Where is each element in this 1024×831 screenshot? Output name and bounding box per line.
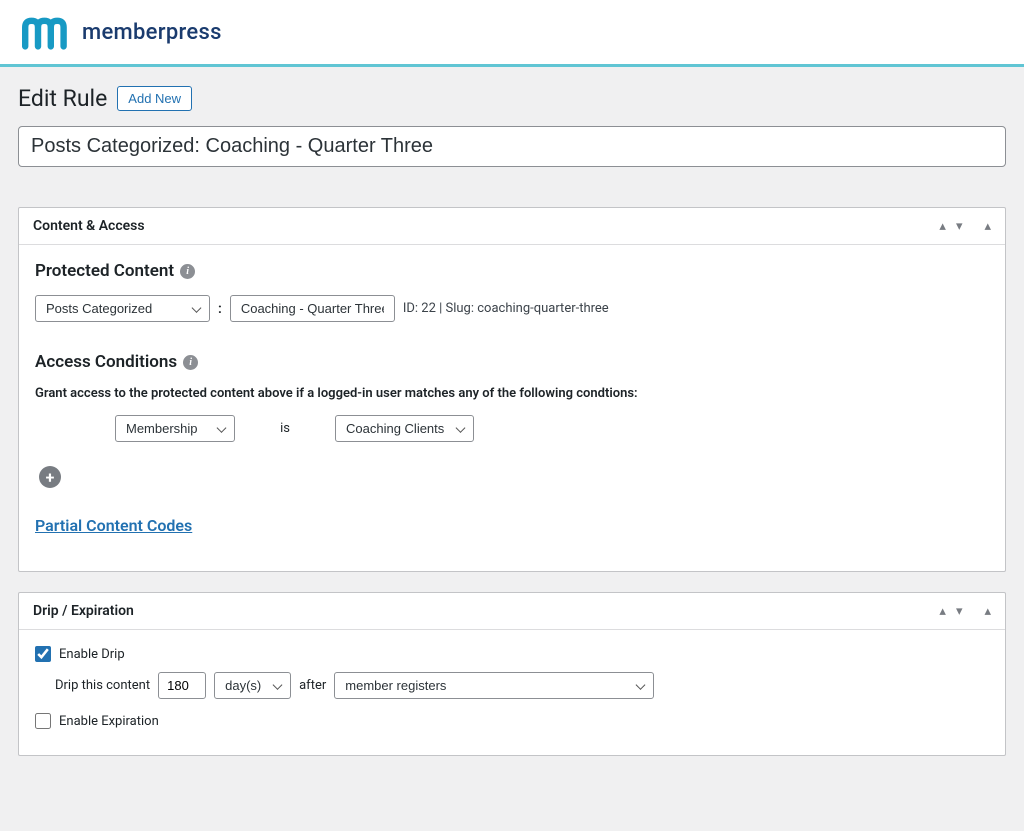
panel-header-drip: Drip / Expiration ▴ ▾ ▴ [19, 593, 1005, 630]
separator-colon: : [218, 301, 222, 317]
panel-controls: ▴ ▾ ▴ [939, 219, 991, 234]
enable-drip-checkbox[interactable] [35, 646, 51, 662]
add-condition-button[interactable]: + [39, 466, 61, 488]
enable-drip-label[interactable]: Enable Drip [59, 647, 125, 662]
partial-content-codes-link[interactable]: Partial Content Codes [35, 516, 192, 535]
access-condition-row: Membership is Coaching Clients [35, 415, 989, 442]
panel-body: Protected Content i Posts Categorized : … [19, 245, 1005, 571]
panel-controls: ▴ ▾ ▴ [939, 604, 991, 619]
panel-move-down-icon[interactable]: ▾ [956, 604, 963, 619]
protected-content-heading: Protected Content i [35, 261, 989, 281]
drip-amount-input[interactable] [158, 672, 206, 699]
info-icon[interactable]: i [183, 355, 198, 370]
memberpress-logo-icon [22, 14, 70, 50]
content-type-select[interactable]: Posts Categorized [35, 295, 210, 322]
protected-content-label: Protected Content [35, 261, 174, 281]
drip-after-text: after [299, 678, 326, 693]
drip-trigger-select[interactable]: member registers [334, 672, 654, 699]
drip-settings-row: Drip this content day(s) after member re… [35, 672, 989, 699]
info-icon[interactable]: i [180, 264, 195, 279]
drip-prefix-text: Drip this content [55, 678, 150, 693]
brand-name: memberpress [82, 20, 222, 45]
panel-body: Enable Drip Drip this content day(s) aft… [19, 630, 1005, 755]
enable-expiration-checkbox[interactable] [35, 713, 51, 729]
drip-unit-select[interactable]: day(s) [214, 672, 291, 699]
panel-title: Content & Access [33, 218, 145, 234]
page-title-row: Edit Rule Add New [18, 85, 1006, 112]
drip-expiration-panel: Drip / Expiration ▴ ▾ ▴ Enable Drip Drip… [18, 592, 1006, 756]
add-new-button[interactable]: Add New [117, 86, 192, 111]
enable-expiration-label[interactable]: Enable Expiration [59, 714, 159, 729]
enable-drip-row: Enable Drip [35, 646, 989, 662]
enable-expiration-row: Enable Expiration [35, 713, 989, 729]
page-content: Edit Rule Add New Content & Access ▴ ▾ ▴… [0, 67, 1024, 774]
access-conditions-label: Access Conditions [35, 352, 177, 372]
condition-value-select[interactable]: Coaching Clients [335, 415, 474, 442]
panel-move-up-icon[interactable]: ▴ [939, 604, 946, 619]
condition-type-select[interactable]: Membership [115, 415, 235, 442]
panel-toggle-icon[interactable]: ▴ [984, 219, 991, 234]
panel-title: Drip / Expiration [33, 603, 134, 619]
panel-toggle-icon[interactable]: ▴ [984, 604, 991, 619]
condition-operator: is [275, 421, 295, 436]
access-conditions-heading: Access Conditions i [35, 352, 989, 372]
panel-header-content-access: Content & Access ▴ ▾ ▴ [19, 208, 1005, 245]
rule-title-input[interactable] [18, 126, 1006, 167]
rule-meta-text: ID: 22 | Slug: coaching-quarter-three [403, 301, 609, 316]
page-title: Edit Rule [18, 85, 107, 112]
protected-content-row: Posts Categorized : ID: 22 | Slug: coach… [35, 295, 989, 322]
access-conditions-description: Grant access to the protected content ab… [35, 386, 989, 401]
content-access-panel: Content & Access ▴ ▾ ▴ Protected Content… [18, 207, 1006, 572]
category-input[interactable] [230, 295, 395, 322]
panel-move-up-icon[interactable]: ▴ [939, 219, 946, 234]
app-header: memberpress [0, 0, 1024, 67]
panel-move-down-icon[interactable]: ▾ [956, 219, 963, 234]
